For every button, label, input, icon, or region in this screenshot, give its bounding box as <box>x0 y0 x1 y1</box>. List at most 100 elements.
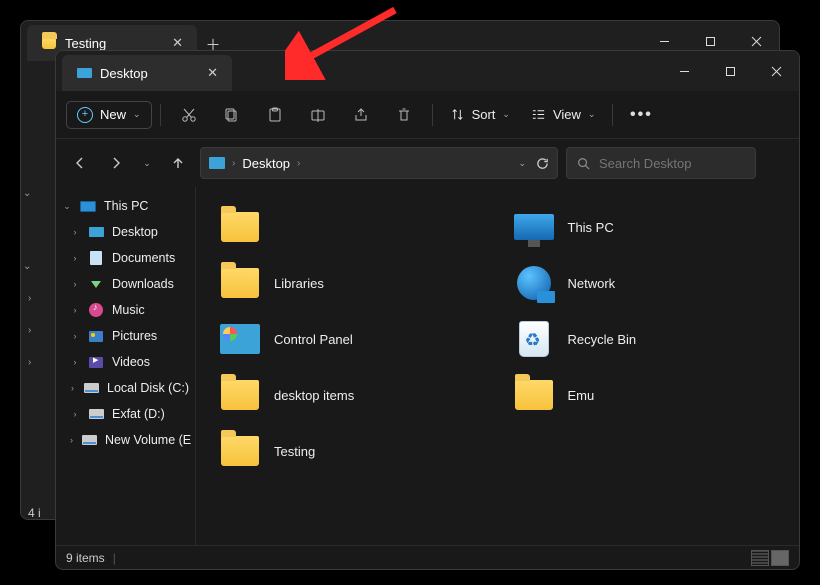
delete-button[interactable] <box>384 98 424 132</box>
chevron-right-icon[interactable]: › <box>70 435 73 445</box>
status-bar: 9 items | <box>56 545 799 569</box>
up-button[interactable] <box>164 149 192 177</box>
file-item[interactable]: desktop items <box>214 367 488 423</box>
sidebar-item-label: Music <box>112 303 145 317</box>
chevron-right-icon[interactable]: › <box>70 383 75 393</box>
close-window-button[interactable] <box>753 51 799 91</box>
file-item[interactable]: Control Panel <box>214 311 488 367</box>
desktop-icon <box>76 65 92 81</box>
chevron-right-icon: › <box>297 158 300 169</box>
back-sidebar-caret[interactable]: ⌄ <box>23 261 31 272</box>
chevron-right-icon[interactable]: › <box>70 227 80 237</box>
refresh-icon[interactable] <box>536 157 549 170</box>
file-item[interactable]: Recycle Bin <box>508 311 782 367</box>
sidebar-item-local-disk-c-[interactable]: › Local Disk (C:) <box>56 375 195 401</box>
close-tab-icon[interactable]: ✕ <box>207 65 218 81</box>
sidebar-item-label: Local Disk (C:) <box>107 381 189 395</box>
share-button[interactable] <box>341 98 381 132</box>
tab-label: Desktop <box>100 66 148 81</box>
sort-label: Sort <box>472 107 496 122</box>
sidebar-item-exfat-d-[interactable]: › Exfat (D:) <box>56 401 195 427</box>
titlebar: Desktop ✕ <box>56 51 799 91</box>
sidebar-item-downloads[interactable]: ›Downloads <box>56 271 195 297</box>
file-item[interactable]: Network <box>508 255 782 311</box>
icons-view-button[interactable] <box>771 550 789 566</box>
file-label: desktop items <box>274 388 354 403</box>
file-item[interactable]: This PC <box>508 199 782 255</box>
view-button[interactable]: View ⌄ <box>522 102 605 127</box>
sidebar-item-videos[interactable]: › Videos <box>56 349 195 375</box>
chevron-down-icon: ⌄ <box>588 109 596 120</box>
sidebar-root-label: This PC <box>104 199 148 213</box>
folder-icon <box>41 35 57 51</box>
cut-button[interactable] <box>169 98 209 132</box>
recent-button[interactable]: ⌄ <box>138 149 156 177</box>
file-item[interactable]: Libraries <box>214 255 488 311</box>
file-item[interactable]: Testing <box>214 423 488 479</box>
sidebar-item-label: Videos <box>112 355 150 369</box>
globe-icon <box>512 261 556 305</box>
sidebar-item-pictures[interactable]: › Pictures <box>56 323 195 349</box>
folder-icon <box>218 205 262 249</box>
details-view-button[interactable] <box>751 550 769 566</box>
back-sidebar-caret[interactable]: › <box>28 293 31 304</box>
back-button[interactable] <box>66 149 94 177</box>
chevron-right-icon[interactable]: › <box>70 279 80 289</box>
sidebar-item-label: Exfat (D:) <box>112 407 165 421</box>
sidebar-item-desktop[interactable]: › Desktop <box>56 219 195 245</box>
rename-button[interactable] <box>298 98 338 132</box>
paste-button[interactable] <box>255 98 295 132</box>
close-tab-icon[interactable]: ✕ <box>172 35 183 51</box>
address-bar[interactable]: › Desktop › ⌄ <box>200 147 558 179</box>
chevron-down-icon: ⌄ <box>133 109 141 120</box>
folder-icon <box>512 373 556 417</box>
minimize-button[interactable] <box>661 51 707 91</box>
chevron-right-icon[interactable]: › <box>70 357 80 367</box>
chevron-right-icon[interactable]: › <box>70 409 80 419</box>
sidebar-item-label: Desktop <box>112 225 158 239</box>
file-label: Libraries <box>274 276 324 291</box>
sidebar-item-this-pc[interactable]: ⌄ This PC <box>56 193 195 219</box>
search-input[interactable] <box>599 156 745 171</box>
chevron-right-icon[interactable]: › <box>70 305 80 315</box>
chevron-down-icon: ⌄ <box>502 109 510 120</box>
view-icon <box>531 107 546 122</box>
breadcrumb-location[interactable]: Desktop <box>242 156 290 171</box>
maximize-button[interactable] <box>707 51 753 91</box>
back-sidebar-caret[interactable]: › <box>28 357 31 368</box>
copy-button[interactable] <box>212 98 252 132</box>
search-box[interactable] <box>566 147 756 179</box>
sort-button[interactable]: Sort ⌄ <box>441 102 519 127</box>
toolbar: + New ⌄ Sort ⌄ View ⌄ ••• <box>56 91 799 139</box>
sidebar: ⌄ This PC ›Desktop›Documents›Downloads›M… <box>56 187 196 545</box>
file-item[interactable]: Emu <box>508 367 782 423</box>
back-sidebar-caret[interactable]: ⌄ <box>23 188 31 199</box>
folder-icon <box>218 373 262 417</box>
sidebar-item-music[interactable]: › Music <box>56 297 195 323</box>
new-button[interactable]: + New ⌄ <box>66 101 152 129</box>
sidebar-item-new-volume-e[interactable]: › New Volume (E <box>56 427 195 453</box>
down-icon <box>88 276 104 292</box>
view-label: View <box>553 107 581 122</box>
more-button[interactable]: ••• <box>621 98 661 132</box>
new-label: New <box>100 107 126 122</box>
sort-icon <box>450 107 465 122</box>
cpanel-icon <box>218 317 262 361</box>
chevron-down-icon[interactable]: ⌄ <box>62 201 72 212</box>
foreground-window: Desktop ✕ + New ⌄ Sort ⌄ View <box>55 50 800 570</box>
back-sidebar-caret[interactable]: › <box>28 325 31 336</box>
sidebar-item-label: Pictures <box>112 329 157 343</box>
file-label: Network <box>568 276 616 291</box>
pc-icon <box>80 198 96 214</box>
vid-icon <box>88 354 104 370</box>
desktop-icon <box>209 157 225 169</box>
file-item[interactable] <box>214 199 488 255</box>
chevron-down-icon[interactable]: ⌄ <box>518 158 526 169</box>
sidebar-item-documents[interactable]: ›Documents <box>56 245 195 271</box>
sidebar-item-label: New Volume (E <box>105 433 191 447</box>
chevron-right-icon[interactable]: › <box>70 331 80 341</box>
tab-desktop[interactable]: Desktop ✕ <box>62 55 232 91</box>
forward-button[interactable] <box>102 149 130 177</box>
content-pane[interactable]: This PC Libraries Network Control Panel Recy… <box>196 187 799 545</box>
chevron-right-icon[interactable]: › <box>70 253 80 263</box>
